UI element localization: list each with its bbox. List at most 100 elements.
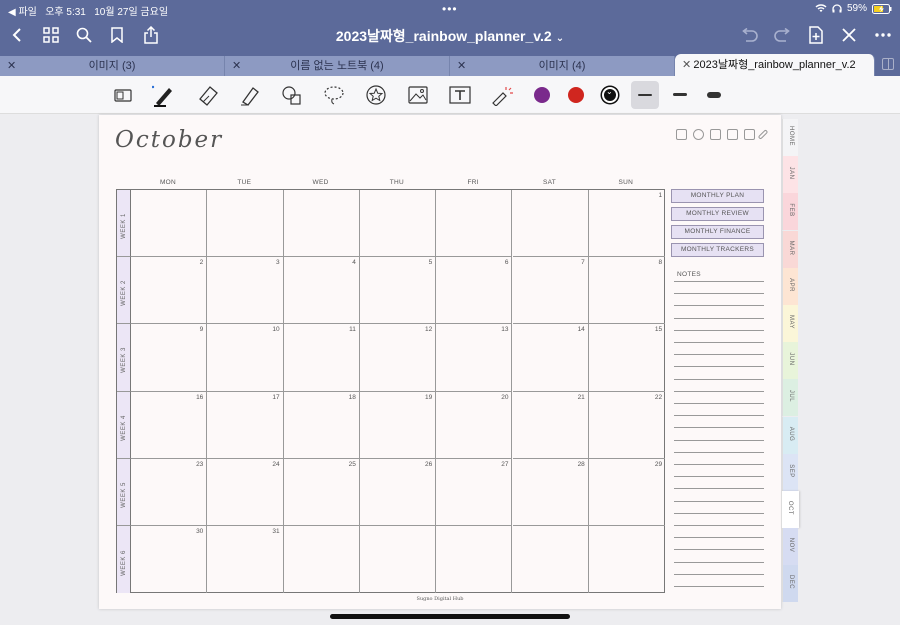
tab-images-4[interactable]: ✕ 이미지 (4) — [450, 56, 675, 76]
redo-icon[interactable] — [772, 24, 794, 46]
day-cell[interactable]: 17 — [207, 391, 284, 459]
document-title[interactable]: 2023날짜형_rainbow_planner_v.2 ⌄ — [0, 26, 900, 46]
color-swatch-purple[interactable] — [534, 87, 550, 103]
day-cell[interactable]: 26 — [359, 458, 437, 526]
tab-untitled-notebook[interactable]: ✕ 이름 없는 노트북 (4) — [225, 56, 450, 76]
color-swatch-black[interactable]: ⌄ — [602, 87, 618, 103]
month-tab-nov[interactable]: NOV — [782, 528, 798, 566]
monthly-trackers-button[interactable]: MONTHLY TRACKERS — [671, 243, 764, 257]
undo-icon[interactable] — [738, 24, 760, 46]
day-cell[interactable]: 23 — [131, 458, 208, 526]
day-cell[interactable]: 15 — [588, 324, 666, 392]
day-cell[interactable]: 27 — [436, 458, 513, 526]
pen-tool-icon[interactable] — [152, 83, 176, 107]
month-tab-jun[interactable]: JUN — [782, 342, 798, 380]
month-tab-dec[interactable]: DEC — [782, 565, 798, 603]
day-cell[interactable] — [359, 190, 437, 258]
back-to-files-link[interactable]: ◀ 파일 — [8, 7, 37, 18]
close-icon[interactable] — [838, 24, 860, 46]
day-cell[interactable] — [131, 190, 208, 258]
day-cell[interactable]: 13 — [436, 324, 513, 392]
day-cell[interactable] — [436, 526, 513, 594]
day-cell[interactable]: 11 — [283, 324, 360, 392]
day-cell[interactable]: 2 — [131, 257, 208, 325]
month-tab-apr[interactable]: APR — [782, 267, 798, 305]
day-cell[interactable] — [512, 190, 589, 258]
day-cell[interactable]: 4 — [283, 257, 360, 325]
lasso-tool-icon[interactable] — [322, 83, 346, 107]
add-page-icon[interactable] — [805, 24, 827, 46]
sticker-tool-icon[interactable] — [364, 83, 388, 107]
day-cell[interactable]: 14 — [512, 324, 589, 392]
day-cell[interactable]: 28 — [512, 458, 589, 526]
month-tab-jan[interactable]: JAN — [782, 156, 798, 194]
more-options-icon[interactable] — [872, 24, 894, 46]
notebook-icon[interactable] — [744, 129, 755, 140]
tab-planner[interactable]: ✕ 2023날짜형_rainbow_planner_v.2 — [675, 54, 875, 76]
month-tab-jul[interactable]: JUL — [782, 379, 798, 417]
day-cell[interactable]: 22 — [588, 392, 666, 459]
tab-close-icon[interactable]: ✕ — [232, 56, 241, 76]
tab-close-icon[interactable]: ✕ — [7, 56, 16, 76]
split-view-icon[interactable] — [882, 58, 894, 70]
day-cell[interactable]: 12 — [359, 324, 437, 392]
day-cell[interactable]: 18 — [283, 391, 360, 459]
planner-page[interactable]: October MON TUE WED THU FRI SAT SUN WEEK 1 1 WEE… — [99, 115, 781, 609]
laser-pointer-icon[interactable] — [490, 83, 514, 107]
day-cell[interactable] — [360, 526, 437, 594]
month-tab-feb[interactable]: FEB — [782, 193, 798, 231]
calendar-icon[interactable] — [676, 129, 687, 140]
month-tab-mar[interactable]: MAR — [782, 230, 798, 268]
stroke-width-thick[interactable] — [707, 92, 721, 98]
color-swatch-red[interactable] — [568, 87, 584, 103]
pencil-icon[interactable] — [757, 129, 769, 140]
monthly-review-button[interactable]: MONTHLY REVIEW — [671, 207, 764, 221]
day-cell[interactable]: 8 — [588, 257, 666, 325]
text-tool-icon[interactable] — [448, 83, 472, 107]
monthly-plan-button[interactable]: MONTHLY PLAN — [671, 189, 764, 203]
day-cell[interactable]: 21 — [512, 391, 589, 459]
day-cell[interactable] — [283, 190, 360, 258]
day-cell[interactable]: 31 — [207, 526, 284, 594]
fitness-icon[interactable] — [710, 129, 721, 140]
scissors-icon[interactable] — [727, 129, 738, 140]
day-cell[interactable]: 20 — [436, 391, 513, 459]
day-cell[interactable]: 1 — [588, 190, 666, 258]
day-cell[interactable]: 6 — [436, 257, 513, 325]
home-indicator[interactable] — [330, 614, 570, 619]
day-cell[interactable]: 24 — [207, 458, 284, 526]
month-tab-may[interactable]: MAY — [782, 305, 798, 342]
day-cell[interactable]: 9 — [131, 324, 208, 392]
month-tab-oct[interactable]: OCT — [781, 491, 799, 528]
day-cell[interactable]: 30 — [131, 526, 208, 594]
image-tool-icon[interactable] — [406, 83, 430, 107]
tab-close-icon[interactable]: ✕ — [682, 54, 691, 76]
eraser-tool-icon[interactable] — [196, 83, 220, 107]
day-cell[interactable]: 19 — [359, 391, 437, 459]
day-cell[interactable]: 29 — [588, 459, 666, 526]
day-cell[interactable]: 16 — [131, 391, 208, 459]
day-cell[interactable] — [284, 526, 360, 594]
day-cell[interactable]: 5 — [359, 257, 437, 325]
day-cell[interactable]: 3 — [207, 257, 284, 325]
day-cell[interactable] — [207, 190, 284, 258]
day-cell[interactable]: 10 — [207, 324, 284, 392]
highlighter-tool-icon[interactable] — [238, 83, 262, 107]
day-cell[interactable] — [589, 526, 665, 593]
day-cell[interactable] — [436, 190, 513, 258]
tab-images-3[interactable]: ✕ 이미지 (3) — [0, 56, 225, 76]
day-cell[interactable] — [513, 526, 589, 594]
day-cell[interactable]: 7 — [512, 257, 589, 325]
multitasking-dots-icon[interactable]: ••• — [442, 2, 458, 16]
tab-close-icon[interactable]: ✕ — [457, 56, 466, 76]
month-tab-aug[interactable]: AUG — [782, 416, 798, 454]
monthly-finance-button[interactable]: MONTHLY FINANCE — [671, 225, 764, 239]
weekday-label: WED — [312, 179, 329, 186]
shapes-tool-icon[interactable] — [280, 83, 304, 107]
month-tab-sep[interactable]: SEP — [782, 453, 798, 491]
month-tab-home[interactable]: HOME — [782, 119, 798, 156]
target-icon[interactable] — [693, 129, 704, 140]
day-cell[interactable]: 25 — [283, 458, 360, 526]
read-mode-icon[interactable] — [111, 83, 135, 107]
stroke-width-medium[interactable] — [673, 93, 687, 96]
